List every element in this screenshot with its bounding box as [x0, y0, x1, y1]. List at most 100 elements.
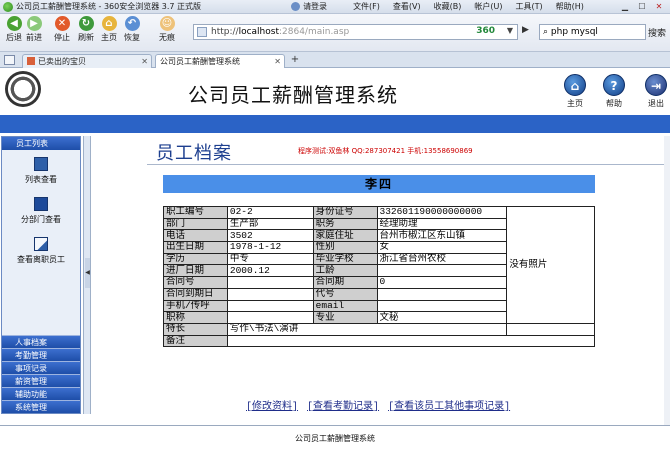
field-label: 毕业学校 — [312, 252, 378, 266]
field-label: 学历 — [163, 252, 228, 266]
page-scrollbar[interactable] — [664, 136, 670, 426]
stop-button[interactable]: ✕ 停止 — [50, 16, 74, 43]
tab-sold-items[interactable]: 已卖出的宝贝 ✕ — [22, 54, 152, 68]
page-title: 员工档案 — [156, 143, 232, 164]
dropdown-arrow-icon[interactable]: ▼ — [507, 26, 513, 35]
maximize-icon[interactable]: ☐ — [635, 1, 649, 12]
forward-button[interactable]: ▶ 前进 — [22, 16, 46, 43]
page-icon — [197, 27, 207, 37]
url-scheme: http:// — [211, 27, 239, 37]
photo-cell: 没有照片 — [506, 206, 595, 324]
field-value — [226, 334, 596, 348]
field-label: 家庭住址 — [312, 229, 378, 243]
refresh-icon: ↻ — [78, 16, 94, 31]
menu-favorites[interactable]: 收藏(B) — [434, 1, 462, 12]
nav-menu: 人事档案 考勤管理 事项记录 薪资管理 辅助功能 系统管理 — [2, 335, 80, 413]
nav-menu-auxiliary[interactable]: 辅助功能 — [2, 387, 80, 400]
nav-section-title: 员工列表 — [2, 137, 80, 150]
field-value: 1978-1-12 — [226, 241, 314, 254]
field-value: 2000.12 — [226, 264, 314, 278]
document-icon — [34, 237, 48, 251]
restore-icon: ↶ — [124, 16, 140, 31]
user-icon — [291, 2, 301, 11]
author-note: 程序测试:双鱼林 QQ:287307421 手机:13558690869 — [298, 147, 473, 155]
field-label: 特长 — [163, 322, 228, 336]
nav-menu-records[interactable]: 事项记录 — [2, 361, 80, 374]
table-row: 备注 — [163, 334, 596, 348]
sidebar-toggle-icon[interactable] — [4, 55, 15, 65]
main-content: 员工档案 程序测试:双鱼林 QQ:287307421 手机:1355869086… — [92, 133, 670, 425]
field-value: 生产部 — [226, 217, 314, 231]
address-bar[interactable]: http://localhost:2864/main.asp 360 ▼ — [193, 24, 518, 40]
nav-item-by-department[interactable]: 分部门查看 — [2, 197, 80, 225]
header-exit-button[interactable]: ⇥ 退出 — [641, 74, 670, 109]
field-label: 专业 — [312, 311, 378, 324]
menu-account[interactable]: 帐户(U) — [474, 1, 502, 12]
new-tab-icon[interactable]: + — [289, 55, 301, 66]
nav-splitter[interactable]: ◀ — [83, 136, 91, 414]
tab-salary-system[interactable]: 公司员工薪酬管理系统 ✕ — [155, 54, 285, 68]
action-links: [修改资料] [查看考勤记录] [查看该员工其他事项记录] — [246, 397, 513, 413]
menu-help[interactable]: 帮助(H) — [556, 1, 584, 12]
nav-menu-system[interactable]: 系统管理 — [2, 400, 80, 413]
title-divider — [147, 164, 667, 165]
view-attendance-link[interactable]: [查看考勤记录] — [307, 402, 379, 413]
field-value — [226, 311, 314, 324]
search-icon: ⌕ — [543, 27, 549, 37]
nav-menu-personnel[interactable]: 人事档案 — [2, 335, 80, 348]
header-home-button[interactable]: ⌂ 主页 — [560, 74, 590, 109]
list-icon — [34, 157, 48, 171]
menu-view[interactable]: 查看(V) — [393, 1, 421, 12]
login-link[interactable]: 请登录 — [291, 1, 327, 12]
edit-profile-link[interactable]: [修改资料] — [246, 402, 298, 413]
nav-item-list-view[interactable]: 列表查看 — [2, 157, 80, 185]
browser-logo-icon — [3, 1, 13, 12]
menu-tools[interactable]: 工具(T) — [515, 1, 542, 12]
exit-icon: ⇥ — [645, 74, 667, 96]
tab-bar: 已卖出的宝贝 ✕ 公司员工薪酬管理系统 ✕ + — [0, 52, 670, 68]
back-arrow-icon: ◀ — [6, 16, 22, 31]
home-button[interactable]: ⌂ 主页 — [97, 16, 121, 43]
close-tab-icon[interactable]: ✕ — [274, 55, 281, 68]
close-tab-icon[interactable]: ✕ — [141, 55, 148, 68]
employee-info-table: 职工编号 02-2 身份证号 332601190000000000 没有照片 部… — [163, 206, 596, 348]
header-strip — [0, 115, 670, 133]
field-label: 电话 — [163, 229, 228, 243]
field-label: 合同期 — [312, 276, 378, 289]
field-value — [376, 287, 508, 301]
field-value: 0 — [376, 276, 508, 289]
collapse-handle-icon[interactable]: ◀ — [85, 258, 90, 288]
left-nav: 员工列表 列表查看 分部门查看 查看离职员工 人事档案 考勤管理 事项记录 薪资… — [1, 136, 81, 414]
search-button[interactable]: 搜索 — [648, 26, 666, 39]
refresh-button[interactable]: ↻ 刷新 — [74, 16, 98, 43]
view-other-records-link[interactable]: [查看该员工其他事项记录] — [388, 402, 510, 413]
table-row: 特长 写作\书法\演讲 — [163, 322, 595, 336]
url-path: :2864/main.asp — [278, 27, 350, 37]
close-icon[interactable]: ✕ — [652, 1, 666, 12]
nav-menu-salary[interactable]: 薪资管理 — [2, 374, 80, 387]
menu-file[interactable]: 文件(F) — [353, 1, 380, 12]
field-label: 性别 — [312, 241, 378, 254]
url-host: localhost — [238, 27, 279, 37]
field-value: 写作\书法\演讲 — [226, 322, 508, 336]
field-label: 进厂日期 — [163, 264, 228, 278]
restore-button[interactable]: ↶ 恢复 — [120, 16, 144, 43]
field-label: 部门 — [163, 217, 228, 231]
go-arrow-icon[interactable]: ▶ — [522, 25, 534, 39]
search-input[interactable]: ⌕ php mysql — [539, 24, 646, 40]
home-icon: ⌂ — [564, 74, 586, 96]
taobao-icon — [27, 57, 35, 65]
help-icon: ? — [603, 74, 625, 96]
browser-menu: 文件(F) 查看(V) 收藏(B) 帐户(U) 工具(T) 帮助(H) — [353, 1, 597, 12]
minimize-icon[interactable]: ▁ — [618, 1, 632, 12]
safety-badge[interactable]: 360 — [476, 26, 495, 36]
field-value: 浙江省台州农校 — [376, 252, 508, 266]
nav-menu-attendance[interactable]: 考勤管理 — [2, 348, 80, 361]
incognito-button[interactable]: ☺ 无痕 — [155, 16, 179, 43]
header-help-button[interactable]: ? 帮助 — [599, 74, 629, 109]
field-label: 工龄 — [312, 264, 378, 278]
field-value: 台州市椒江区东山镇 — [376, 229, 508, 243]
nav-item-resigned[interactable]: 查看离职员工 — [2, 237, 80, 265]
browser-title-bar: 公司员工薪酬管理系统 - 360安全浏览器 3.7 正式版 请登录 文件(F) … — [0, 0, 670, 14]
field-value: 经理助理 — [376, 217, 508, 231]
